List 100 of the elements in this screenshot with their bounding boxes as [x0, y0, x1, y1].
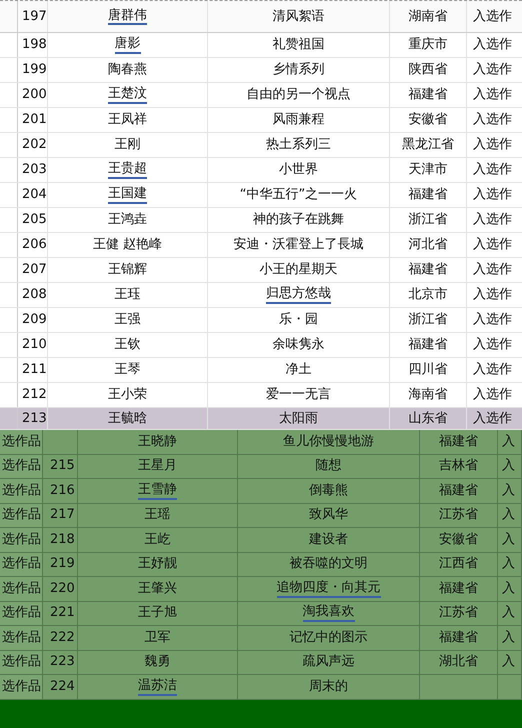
- table-cell: 209: [22, 312, 47, 328]
- table-cell: 218: [50, 532, 75, 548]
- table-cell: 王国建: [108, 186, 147, 204]
- table-cell: 魏勇: [144, 654, 170, 670]
- table-cell: 216: [50, 482, 75, 499]
- table-cell: 江苏省: [439, 507, 478, 524]
- table-cell: 卫军: [144, 630, 170, 646]
- table-cell: 入: [502, 630, 515, 646]
- table-cell: 选作品: [2, 654, 41, 670]
- table-cell: 入选作: [473, 137, 512, 153]
- table-cell: 入选作: [473, 410, 512, 426]
- table-cell: 219: [50, 556, 75, 572]
- table-cell: 福建省: [439, 580, 478, 597]
- table-cell: 217: [50, 507, 75, 524]
- table-cell: 入选作: [473, 162, 512, 178]
- table-cell: 淘我喜欢: [302, 604, 354, 622]
- table-cell: 福建省: [408, 87, 448, 103]
- table-cell: 入选作: [473, 262, 512, 278]
- table-cell: 入: [502, 605, 515, 622]
- table-cell: 入选作: [473, 37, 512, 53]
- table-cell: 福建省: [408, 337, 448, 353]
- table-cell: 223: [50, 654, 75, 670]
- table-cell: 选作品: [2, 678, 41, 695]
- table-cell: 追物四度・向其元: [276, 580, 380, 598]
- table-cell: 清风絮语: [272, 8, 324, 24]
- table-cell: 唐群伟: [108, 8, 147, 26]
- table-cell: 净土: [286, 362, 312, 378]
- table-cell: 202: [22, 137, 47, 153]
- table-cell: 222: [50, 630, 75, 646]
- table-cell: 入选作: [473, 212, 512, 228]
- table-cell: 220: [50, 580, 75, 597]
- table-cell: 王小荣: [108, 387, 147, 403]
- table-cell: 自由的另一个视点: [246, 87, 350, 103]
- table-cell: 选作品: [2, 482, 41, 499]
- table-cell: 福建省: [439, 630, 478, 646]
- table-cell: 选作品: [2, 605, 41, 622]
- table-cell: 199: [22, 62, 47, 78]
- table-cell: 山东省: [408, 410, 448, 426]
- table-cell: 王毓晗: [108, 410, 147, 426]
- table-cell: 王雪静: [138, 482, 177, 500]
- table-cell: 神的孩子在跳舞: [253, 212, 344, 228]
- table-cell: 王强: [114, 312, 140, 328]
- table-cell: 致风华: [309, 507, 348, 524]
- table-cell: 福建省: [439, 434, 478, 450]
- table-cell: 安徽省: [408, 112, 448, 128]
- table-cell: 浙江省: [408, 312, 448, 328]
- table-cell: 王健 赵艳峰: [92, 237, 162, 253]
- table-cell: 王屹: [144, 532, 170, 548]
- table-cell: 江苏省: [439, 605, 478, 622]
- table-cell: 入选作: [473, 87, 512, 103]
- table-cell: 选作品: [2, 458, 41, 474]
- table-cell: 选作品: [2, 532, 41, 548]
- table-cell: 入: [502, 532, 515, 548]
- table-cell: 四川省: [408, 362, 448, 378]
- table-cell: 210: [22, 337, 47, 353]
- table-cell: 选作品: [2, 556, 41, 572]
- table-cell: 王晓静: [138, 434, 177, 450]
- table-cell: 太阳雨: [279, 410, 318, 426]
- table-cell: 重庆市: [408, 37, 448, 53]
- table-cell: 福建省: [408, 262, 448, 278]
- table-cell: 安迪・沃霍登上了長城: [234, 237, 364, 253]
- table-cell: 安徽省: [439, 532, 478, 548]
- table-cell: 入: [502, 458, 515, 474]
- table-cell: 王刚: [114, 137, 140, 153]
- table-cell: 200: [22, 87, 47, 103]
- table-cell: 入选作: [473, 187, 512, 203]
- table-cell: 选作品: [2, 434, 41, 450]
- table-cell: 北京市: [408, 287, 448, 303]
- table-cell: 213: [22, 410, 47, 426]
- table-cell: 选作品: [2, 630, 41, 646]
- table-cell: 王瑶: [144, 507, 170, 524]
- table-cell: 王锦辉: [108, 262, 147, 278]
- table-cell: 唐影: [114, 36, 140, 54]
- table-cell: 河北省: [408, 237, 448, 253]
- table-cell: 选作品: [2, 507, 41, 524]
- table-cell: 鱼儿你慢慢地游: [283, 434, 374, 450]
- table-cell: 余味隽永: [272, 337, 324, 353]
- table-cell: 197: [22, 8, 47, 24]
- table-cell: 入选作: [473, 337, 512, 353]
- table-cell: 211: [22, 362, 47, 378]
- table-cell: 201: [22, 112, 47, 128]
- table-cell: 福建省: [439, 482, 478, 499]
- table-cell: 天津市: [408, 162, 448, 178]
- table-cell: 福建省: [408, 187, 448, 203]
- table-cell: 入选作: [473, 362, 512, 378]
- table-cell: 入: [502, 654, 515, 670]
- table-cell: 王钦: [114, 337, 140, 353]
- table-cell: 王楚汶: [108, 86, 147, 104]
- table-cell: 入选作: [473, 387, 512, 403]
- table-cell: 205: [22, 212, 47, 228]
- table-cell: 热土系列三: [266, 137, 331, 153]
- table-cell: 小王的星期天: [260, 262, 338, 278]
- table-cell: 记忆中的图示: [290, 630, 368, 646]
- table-cell: 198: [22, 37, 47, 53]
- table-cell: 吉林省: [439, 458, 478, 474]
- table-cell: 随想: [316, 458, 342, 474]
- table-cell: 215: [50, 458, 75, 474]
- table-cell: 爱一一无言: [266, 387, 331, 403]
- table-cell: 221: [50, 605, 75, 622]
- table-cell: 入选作: [473, 8, 512, 24]
